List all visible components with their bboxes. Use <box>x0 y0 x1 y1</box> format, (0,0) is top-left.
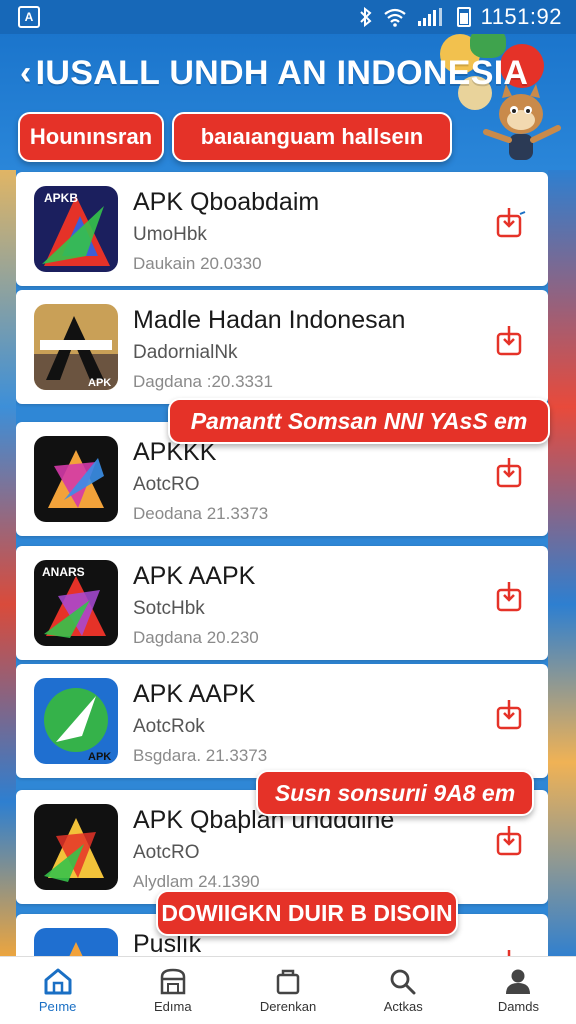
page-title[interactable]: ‹ IUSALL UNDH AN INDONESIA <box>20 54 528 93</box>
promo-banner-label: Susn sonsurıi 9A8 em <box>274 779 516 806</box>
background-decoration-right <box>548 170 576 960</box>
promo-banner-label: Pamantt Somsan NNI YAsS em <box>190 407 528 434</box>
svg-text:APK: APK <box>88 377 111 389</box>
app-name: APK Qboabdaim <box>133 188 320 216</box>
list-item[interactable]: APKB APK Qboabdaim UmoHbk Daukain 20.033… <box>16 172 548 286</box>
app-icon: APK <box>34 304 118 390</box>
bottom-nav: Peıme Edıma Derenkan Actkas Damds <box>0 956 576 1024</box>
nav-item-search[interactable]: Actkas <box>346 957 461 1024</box>
nav-item-home[interactable]: Peıme <box>0 957 115 1024</box>
download-icon[interactable] <box>494 822 530 858</box>
nav-label: Edıma <box>154 999 192 1014</box>
nav-label: Peıme <box>38 999 77 1014</box>
app-icon: APK <box>34 678 118 764</box>
status-time: 1151:92 <box>480 4 562 29</box>
nav-label: Damds <box>497 999 539 1014</box>
app-icon: ANARS <box>34 560 118 646</box>
signal-icon <box>417 8 442 26</box>
app-developer: UmoHbk <box>133 224 207 245</box>
promo-banner[interactable]: DOWIIGKN DUIR B DISOIN <box>156 890 458 936</box>
search-icon <box>390 969 416 995</box>
promo-banner-label: DOWIIGKN DUIR B DISOIN <box>161 899 453 926</box>
user-icon <box>506 969 531 994</box>
app-meta: Dagdana :20.3331 <box>133 372 273 391</box>
list-item[interactable]: APK APK AAPK AotcRok Bsgdara. 21.3373 <box>16 664 548 778</box>
app-name: Madle Hadan Indonesan <box>133 306 406 334</box>
app-meta: Dagdana 20.230 <box>133 628 259 647</box>
app-name: APK AAPK <box>133 680 256 708</box>
nav-label: Derenkan <box>259 999 317 1014</box>
app-developer: AotcRok <box>133 716 205 737</box>
header-button-1[interactable]: Hounınsran <box>18 112 164 162</box>
svg-text:APK: APK <box>88 751 111 763</box>
list-item[interactable]: ANARS APK AAPK SotcHbk Dagdana 20.230 <box>16 546 548 660</box>
app-icon <box>34 804 118 890</box>
app-meta: Daukain 20.0330 <box>133 254 262 273</box>
back-chevron-icon[interactable]: ‹ <box>20 54 32 93</box>
app-icon <box>34 436 118 522</box>
app-developer: AotcRO <box>133 474 200 495</box>
download-icon[interactable] <box>494 454 530 490</box>
home-icon <box>44 968 72 995</box>
app-developer: DadornialNk <box>133 342 238 363</box>
bag-icon <box>276 969 300 995</box>
page-title-text: IUSALL UNDH AN INDONESIA <box>35 54 529 92</box>
status-indicators: 1151:92 <box>359 4 562 30</box>
svg-text:ANARS: ANARS <box>42 565 85 579</box>
download-icon[interactable] <box>494 204 530 240</box>
status-bar: A 1151:92 <box>0 0 576 34</box>
app-meta: Deodana 21.3373 <box>133 504 269 523</box>
background-decoration-left <box>0 170 16 960</box>
download-icon[interactable] <box>494 946 530 956</box>
app-developer: SotcHbk <box>133 598 205 619</box>
header-button-2[interactable]: baıaıanguam hallseın <box>172 112 452 162</box>
promo-banner[interactable]: Pamantt Somsan NNI YAsS em <box>168 398 550 444</box>
app-name: APK AAPK <box>133 562 256 590</box>
nav-item-profile[interactable]: Damds <box>461 957 576 1024</box>
list-item[interactable]: APK Madle Hadan Indonesan DadornialNk Da… <box>16 290 548 404</box>
app-icon: APKB <box>34 186 118 272</box>
battery-icon <box>456 7 471 27</box>
nav-item-store[interactable]: Edıma <box>115 957 230 1024</box>
mascot-icon <box>483 84 561 160</box>
app-meta: Bsgdara. 21.3373 <box>133 746 268 765</box>
wifi-icon <box>383 8 406 27</box>
store-icon <box>160 968 186 995</box>
nav-label: Actkas <box>383 999 423 1014</box>
app-list[interactable]: APKB APK Qboabdaim UmoHbk Daukain 20.033… <box>16 170 548 956</box>
notification-icon: A <box>18 6 40 28</box>
download-icon[interactable] <box>494 696 530 732</box>
download-icon[interactable] <box>494 322 530 358</box>
app-icon <box>34 928 118 956</box>
header: ‹ IUSALL UNDH AN INDONESIA Hounınsran baı… <box>0 34 576 170</box>
download-icon[interactable] <box>494 578 530 614</box>
header-button-2-label: baıaıanguam hallseın <box>200 124 424 149</box>
app-meta: Alydlam 24.1390 <box>133 872 260 891</box>
header-button-1-label: Hounınsran <box>29 124 153 149</box>
promo-banner[interactable]: Susn sonsurıi 9A8 em <box>256 770 534 816</box>
bluetooth-icon <box>359 7 372 27</box>
svg-text:APKB: APKB <box>44 191 78 205</box>
app-developer: AotcRO <box>133 842 200 863</box>
nav-item-bag[interactable]: Derenkan <box>230 957 345 1024</box>
